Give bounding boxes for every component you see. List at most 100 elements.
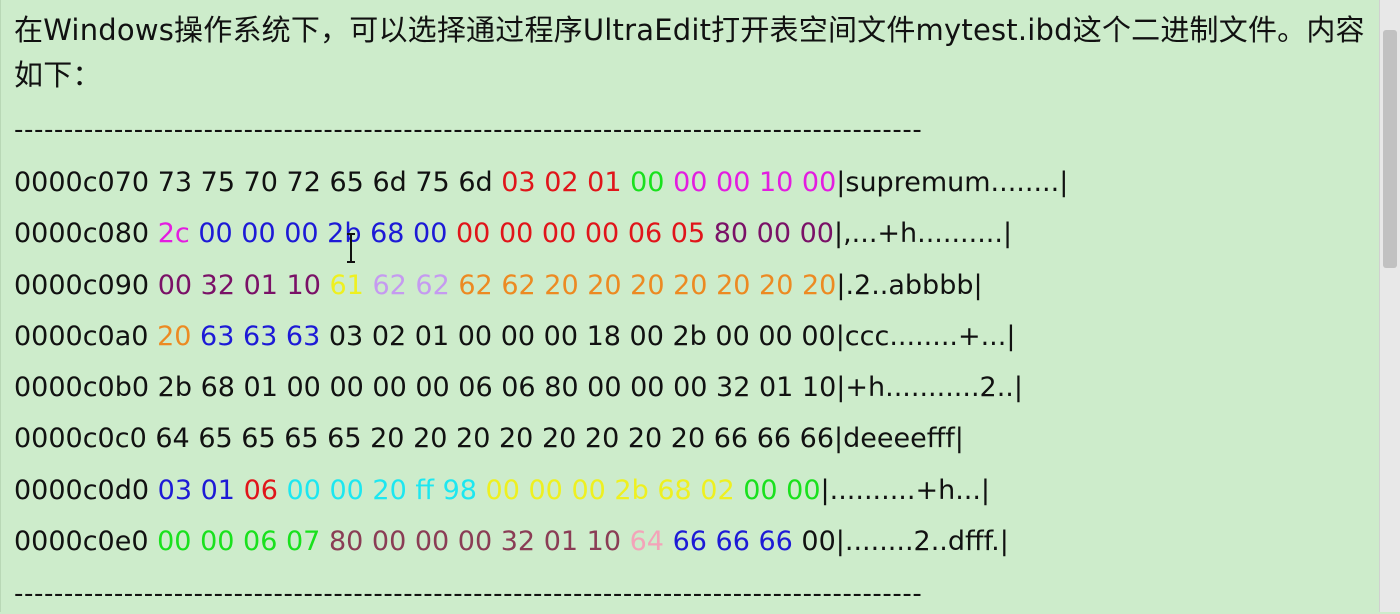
hex-row: 0000c0b0 2b 68 01 00 00 00 00 06 06 80 0…: [14, 362, 1374, 413]
hex-byte: 20: [627, 423, 663, 455]
scrollbar-thumb[interactable]: [1383, 30, 1397, 268]
hex-byte: 00: [673, 372, 708, 404]
hex-byte: 10: [286, 269, 321, 301]
hex-byte: 18: [586, 320, 621, 352]
hex-byte: 00: [584, 218, 620, 250]
hex-byte: 20: [157, 320, 192, 352]
hex-byte: 61: [329, 269, 364, 301]
hex-byte: 01: [243, 269, 278, 301]
hex-byte: 06: [627, 218, 663, 250]
hex-byte: 66: [799, 423, 835, 455]
hex-byte: ff: [415, 474, 434, 506]
hex-byte: 65: [329, 167, 364, 198]
hex-byte: 75: [200, 167, 235, 198]
hex-dump: 0000c070 73 75 70 72 65 6d 75 6d 03 02 0…: [14, 157, 1374, 567]
hex-offset: 0000c0a0: [14, 320, 149, 352]
hex-byte: 20: [413, 423, 448, 455]
hex-byte: 65: [284, 423, 319, 455]
hex-byte: 00: [284, 218, 319, 250]
hex-byte: 2b: [614, 474, 649, 506]
hex-byte: 07: [285, 526, 321, 558]
hex-byte: 00: [241, 218, 276, 250]
hex-byte: 00: [500, 320, 536, 352]
hex-byte: 62: [372, 269, 407, 301]
hex-byte: 20: [587, 269, 622, 301]
hex-byte: 62: [415, 269, 450, 301]
hex-byte: 64: [629, 526, 664, 558]
hex-byte: 20: [498, 423, 534, 455]
hex-byte: 20: [630, 269, 665, 301]
hex-byte: 01: [587, 167, 622, 198]
hex-byte: 01: [758, 372, 794, 404]
hex-byte: 00: [673, 167, 708, 198]
hex-byte: 68: [657, 474, 692, 506]
hex-byte: 00: [415, 372, 450, 404]
divider-bottom: ----------------------------------------…: [14, 579, 923, 609]
hex-ascii: |deeeefff|: [834, 423, 964, 455]
hex-row: 0000c070 73 75 70 72 65 6d 75 6d 03 02 0…: [14, 157, 1374, 208]
hex-byte: 68: [370, 218, 405, 250]
hex-byte: 20: [801, 269, 837, 301]
hex-byte: 00: [286, 372, 321, 404]
hex-ascii: |supremum........|: [836, 167, 1069, 198]
hex-byte: 2b: [672, 320, 707, 352]
intro-paragraph: 在Windows操作系统下，可以选择通过程序UltraEdit打开表空间文件my…: [14, 13, 1365, 92]
hex-byte: 6d: [458, 167, 493, 198]
hex-byte: 00: [198, 218, 233, 250]
hex-byte: 68: [200, 372, 235, 404]
hex-offset: 0000c0c0: [14, 423, 147, 455]
hex-byte: 00: [801, 526, 836, 558]
hex-byte: 65: [198, 423, 233, 455]
hex-byte: 66: [758, 526, 793, 558]
hex-byte: 65: [241, 423, 276, 455]
hex-byte: 80: [713, 218, 749, 250]
hex-byte: 66: [672, 526, 707, 558]
hex-offset: 0000c0b0: [14, 372, 150, 404]
hex-byte: 66: [713, 423, 749, 455]
hex-offset: 0000c090: [14, 269, 150, 301]
hex-byte: 01: [243, 372, 278, 404]
hex-byte: 00: [630, 167, 665, 198]
hex-byte: 05: [670, 218, 706, 250]
hex-byte: 64: [155, 423, 190, 455]
hex-byte: 00: [329, 372, 364, 404]
hex-byte: 00: [786, 474, 821, 506]
hex-byte: 20: [673, 269, 708, 301]
hex-row: 0000c090 00 32 01 10 61 62 62 62 62 20 2…: [14, 260, 1374, 311]
hex-byte: 01: [414, 320, 450, 352]
hex-ascii: |+h...........2..|: [836, 372, 1023, 404]
hex-byte: 2c: [157, 218, 190, 250]
hex-byte: 03: [501, 167, 536, 198]
hex-byte: 20: [670, 423, 706, 455]
hex-byte: 00: [743, 474, 778, 506]
hex-byte: 00: [329, 474, 364, 506]
vertical-scrollbar[interactable]: [1379, 0, 1400, 612]
hex-byte: 01: [543, 526, 579, 558]
hex-byte: 00: [456, 218, 491, 250]
hex-ascii: |........2..dfff.|: [835, 526, 1009, 558]
hex-byte: 62: [501, 269, 536, 301]
hex-byte: 02: [544, 167, 579, 198]
divider-top: ----------------------------------------…: [14, 115, 923, 145]
hex-offset: 0000c070: [14, 167, 150, 198]
hex-byte: 03: [157, 474, 193, 506]
hex-byte: 00: [528, 474, 563, 506]
hex-byte: 32: [716, 372, 751, 404]
hex-byte: 10: [758, 167, 794, 198]
hex-row: 0000c0c0 64 65 65 65 65 20 20 20 20 20 2…: [14, 413, 1374, 464]
hex-byte: 00: [716, 167, 751, 198]
hex-ascii: |,...+h..........|: [833, 218, 1013, 250]
hex-byte: 00: [457, 526, 493, 558]
hex-byte: 20: [759, 269, 794, 301]
hex-byte: 06: [243, 474, 278, 506]
hex-row: 0000c0e0 00 00 06 07 80 00 00 00 32 01 1…: [14, 516, 1374, 567]
document-panel: 在Windows操作系统下，可以选择通过程序UltraEdit打开表空间文件my…: [0, 0, 1381, 612]
hex-byte: 03: [328, 320, 364, 352]
hex-byte: 63: [200, 320, 235, 352]
hex-byte: 00: [571, 474, 606, 506]
hex-byte: 63: [242, 320, 278, 352]
hex-byte: 32: [200, 269, 235, 301]
hex-row: 0000c080 2c 00 00 00 2b 68 00 00 00 00 0…: [14, 208, 1374, 259]
hex-byte: 00: [630, 372, 665, 404]
hex-byte: 00: [413, 218, 448, 250]
